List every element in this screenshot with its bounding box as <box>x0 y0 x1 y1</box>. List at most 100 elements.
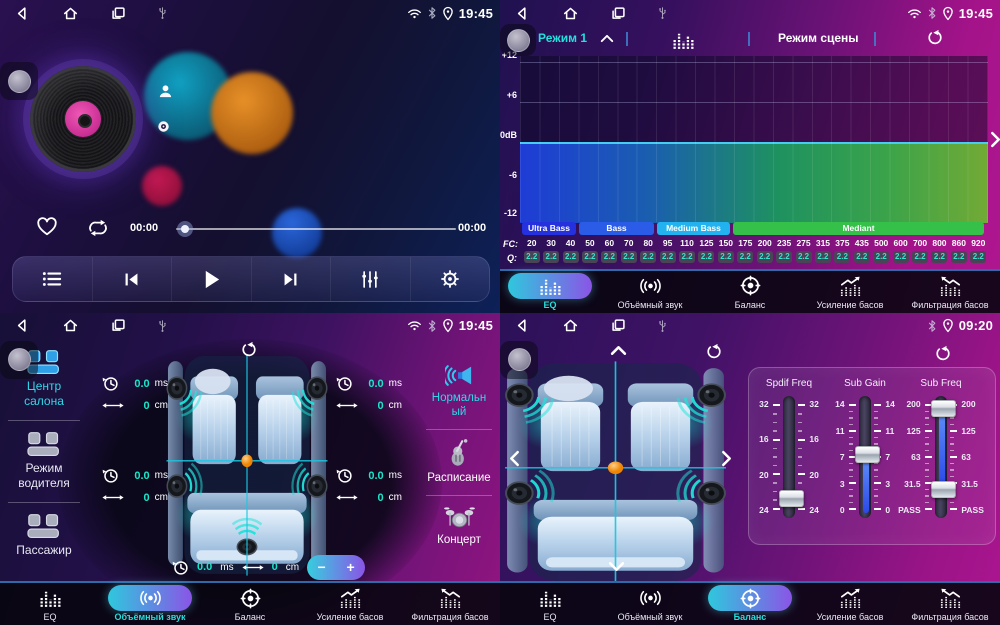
move-down-chevron-icon[interactable] <box>608 561 625 572</box>
floating-assist-ball[interactable] <box>0 341 38 379</box>
q-value-box[interactable]: 2.2 <box>931 251 947 263</box>
floating-assist-ball[interactable] <box>500 341 538 379</box>
q-value-box[interactable]: 2.2 <box>660 251 676 263</box>
q-value-box[interactable]: 2.2 <box>524 251 540 263</box>
progress-track[interactable] <box>176 228 456 230</box>
q-value-box[interactable]: 2.2 <box>543 251 559 263</box>
back-icon[interactable] <box>14 317 31 334</box>
tab-bass-filter[interactable]: Фильтрация басов <box>900 583 1000 625</box>
back-icon[interactable] <box>14 5 31 22</box>
cabin-seat-map[interactable] <box>503 358 728 591</box>
tab-bass-boost[interactable]: Усиление басов <box>800 583 900 625</box>
q-value-box[interactable]: 2.2 <box>582 251 598 263</box>
tab-eq-bars[interactable]: EQ <box>500 583 600 625</box>
reset-icon[interactable] <box>240 341 257 358</box>
lr-icon[interactable] <box>242 563 264 572</box>
playlist-button[interactable] <box>13 257 92 301</box>
slider-thumb[interactable] <box>855 446 880 463</box>
next-track-button[interactable] <box>251 257 331 301</box>
floating-assist-ball[interactable] <box>0 62 38 100</box>
equalizer-button[interactable] <box>330 257 410 301</box>
tab-bass-boost[interactable]: Усиление басов <box>300 583 400 625</box>
home-icon[interactable] <box>62 317 79 334</box>
tab-bass-filter[interactable]: Фильтрация басов <box>400 583 500 625</box>
slider-thumb-upper[interactable] <box>931 400 956 417</box>
plus-button[interactable]: + <box>336 555 365 580</box>
q-value-box[interactable]: 2.2 <box>679 251 695 263</box>
slider-track[interactable] <box>859 396 872 518</box>
artist-icon[interactable] <box>158 84 173 99</box>
reset-sub-icon[interactable] <box>934 345 951 362</box>
q-value-box[interactable]: 2.2 <box>776 251 792 263</box>
position-item-1[interactable]: Режим водителя <box>0 425 88 498</box>
back-icon[interactable] <box>514 5 531 22</box>
q-value-box[interactable]: 2.2 <box>951 251 967 263</box>
tab-bass-boost[interactable]: Усиление басов <box>800 271 900 313</box>
reset-icon[interactable] <box>705 343 722 360</box>
eq-band-2[interactable]: Medium Bass <box>657 222 730 235</box>
q-value-box[interactable]: 2.2 <box>737 251 753 263</box>
floating-assist-ball[interactable] <box>500 24 536 56</box>
recents-icon[interactable] <box>110 5 127 22</box>
eq-band-0[interactable]: Ultra Bass <box>522 222 576 235</box>
eq-view-icon[interactable] <box>672 31 695 49</box>
move-left-chevron-icon[interactable] <box>509 450 520 467</box>
q-value-box[interactable]: 2.2 <box>718 251 734 263</box>
tab-bass-filter[interactable]: Фильтрация басов <box>900 271 1000 313</box>
tab-eq-bars[interactable]: EQ <box>500 271 600 313</box>
q-value-box[interactable]: 2.2 <box>854 251 870 263</box>
lr-icon[interactable] <box>102 493 124 502</box>
position-item-2[interactable]: Пассажир <box>0 507 88 565</box>
q-value-box[interactable]: 2.2 <box>796 251 812 263</box>
vinyl-record[interactable] <box>30 66 136 172</box>
q-value-box[interactable]: 2.2 <box>563 251 579 263</box>
chevron-up-icon[interactable] <box>600 34 614 43</box>
album-disc-icon[interactable] <box>157 120 170 133</box>
tab-surround[interactable]: Объёмный звук <box>100 583 200 625</box>
tab-balance[interactable]: Баланс <box>200 583 300 625</box>
recents-icon[interactable] <box>110 317 127 334</box>
q-value-box[interactable]: 2.2 <box>601 251 617 263</box>
slider-track[interactable] <box>783 396 796 518</box>
progress-thumb[interactable] <box>177 221 193 237</box>
move-right-chevron-icon[interactable] <box>721 450 732 467</box>
home-icon[interactable] <box>562 5 579 22</box>
q-value-box[interactable]: 2.2 <box>815 251 831 263</box>
recents-icon[interactable] <box>610 317 627 334</box>
home-icon[interactable] <box>62 5 79 22</box>
settings-button[interactable] <box>410 257 490 301</box>
eq-band-3[interactable]: Mediant <box>733 222 984 235</box>
reset-icon[interactable] <box>926 29 943 46</box>
q-value-box[interactable]: 2.2 <box>621 251 637 263</box>
tab-surround[interactable]: Объёмный звук <box>600 583 700 625</box>
scene-item-0[interactable]: Нормальный <box>420 357 498 428</box>
previous-track-button[interactable] <box>92 257 172 301</box>
q-value-box[interactable]: 2.2 <box>873 251 889 263</box>
q-value-box[interactable]: 2.2 <box>893 251 909 263</box>
q-value-box[interactable]: 2.2 <box>757 251 773 263</box>
tab-balance[interactable]: Баланс <box>700 583 800 625</box>
eq-preset-selector[interactable]: Режим 1 <box>538 31 587 45</box>
move-up-chevron-icon[interactable] <box>610 345 627 356</box>
clock-icon[interactable] <box>102 375 119 392</box>
scene-item-1[interactable]: Расписание <box>420 432 498 493</box>
clock-icon[interactable] <box>336 375 353 392</box>
q-value-box[interactable]: 2.2 <box>912 251 928 263</box>
slider-track[interactable] <box>935 396 948 518</box>
home-icon[interactable] <box>562 317 579 334</box>
minus-button[interactable]: − <box>307 555 336 580</box>
repeat-icon[interactable] <box>86 219 110 237</box>
q-value-box[interactable]: 2.2 <box>834 251 850 263</box>
recents-icon[interactable] <box>610 5 627 22</box>
q-value-box[interactable]: 2.2 <box>640 251 656 263</box>
next-page-arrow-icon[interactable] <box>990 131 1000 148</box>
lr-icon[interactable] <box>336 493 358 502</box>
tab-surround[interactable]: Объёмный звук <box>600 271 700 313</box>
q-value-box[interactable]: 2.2 <box>970 251 986 263</box>
slider-thumb[interactable] <box>779 490 804 507</box>
back-icon[interactable] <box>514 317 531 334</box>
clock-icon[interactable] <box>172 559 189 576</box>
clock-icon[interactable] <box>102 467 119 484</box>
lr-icon[interactable] <box>336 401 358 410</box>
slider-thumb[interactable] <box>931 481 956 498</box>
